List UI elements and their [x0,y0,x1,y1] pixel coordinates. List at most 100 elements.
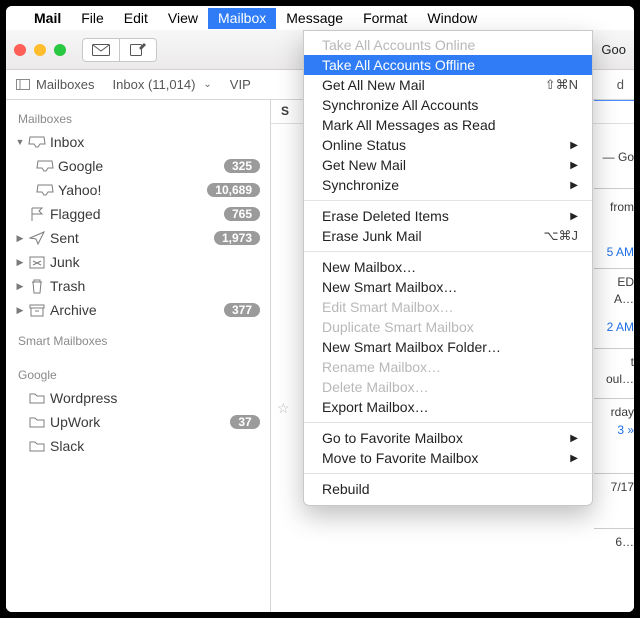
menu-message[interactable]: Message [276,8,353,29]
sidebar-item-wordpress[interactable]: Wordpress [6,386,270,410]
menu-item[interactable]: Erase Junk Mail⌥⌘J [304,226,592,246]
menu-mailbox[interactable]: Mailbox [208,8,276,29]
edge-text: ED [617,275,634,289]
sidebar-item-label: Wordpress [48,390,260,406]
compose-icon [130,43,146,57]
menu-mail[interactable]: Mail [24,8,71,29]
disclosure-triangle-icon[interactable]: ▶ [14,233,26,244]
favorites-inbox[interactable]: Inbox (11,014) ⌄ [113,77,212,92]
menu-file[interactable]: File [71,8,114,29]
menu-item-label: Online Status [322,137,406,153]
menu-item[interactable]: Synchronize▶ [304,175,592,195]
sidebar-item-label: Inbox [48,134,260,150]
sidebar-item-label: Sent [48,230,214,246]
edge-text: 7/17 [611,480,634,494]
menu-item-label: Move to Favorite Mailbox [322,450,478,466]
sidebar-item-label: Flagged [48,206,224,222]
menu-item[interactable]: Take All Accounts Offline [304,55,592,75]
sidebar-item-label: Archive [48,302,224,318]
minimize-window-button[interactable] [34,44,46,56]
menu-item-label: Rebuild [322,481,369,497]
menu-shortcut: ⇧⌘N [545,77,578,93]
sidebar-item-trash[interactable]: ▶ Trash [6,274,270,298]
menu-window[interactable]: Window [417,8,487,29]
get-mail-button[interactable] [82,38,120,62]
menu-view[interactable]: View [158,8,208,29]
menu-item[interactable]: Move to Favorite Mailbox▶ [304,448,592,468]
edge-text: from [610,200,634,214]
menu-item[interactable]: Get New Mail▶ [304,155,592,175]
star-icon[interactable]: ☆ [277,400,290,417]
folder-icon [26,437,48,455]
window-controls [14,44,66,56]
menu-item[interactable]: Mark All Messages as Read [304,115,592,135]
favorites-vips[interactable]: VIP [230,77,251,92]
disclosure-triangle-icon[interactable]: ▼ [14,137,26,147]
sidebar-item-inbox[interactable]: ▼ Inbox [6,130,270,154]
junk-icon [26,253,48,271]
disclosure-triangle-icon[interactable]: ▶ [14,257,26,268]
mailboxes-icon [16,79,30,90]
unread-badge: 1,973 [214,231,260,245]
menu-item[interactable]: Erase Deleted Items▶ [304,206,592,226]
compose-button[interactable] [119,38,157,62]
sidebar-section-smart: Smart Mailboxes [6,322,270,352]
sidebar-item-sent[interactable]: ▶ Sent 1,973 [6,226,270,250]
menu-item[interactable]: Get All New Mail ⇧⌘N [304,75,592,95]
menu-item[interactable]: Go to Favorite Mailbox▶ [304,428,592,448]
sidebar-item-slack[interactable]: Slack [6,434,270,458]
favorites-inbox-label: Inbox (11,014) [113,77,196,92]
sidebar-item-label: Junk [48,254,260,270]
zoom-window-button[interactable] [54,44,66,56]
unread-badge: 377 [224,303,260,317]
flag-icon [26,205,48,223]
favorites-mailboxes[interactable]: Mailboxes [16,77,95,92]
menu-shortcut: ⌥⌘J [544,228,578,244]
menu-format[interactable]: Format [353,8,417,29]
sidebar-item-junk[interactable]: ▶ Junk [6,250,270,274]
inbox-tray-icon [34,181,56,199]
toolbar-segment [82,38,157,62]
menu-item-label: Erase Deleted Items [322,208,449,224]
sidebar-item-label: Trash [48,278,260,294]
unread-badge: 10,689 [207,183,260,197]
sidebar-item-label: Slack [48,438,260,454]
menu-edit[interactable]: Edit [114,8,158,29]
menu-item[interactable]: Synchronize All Accounts [304,95,592,115]
menu-item-label: Get All New Mail [322,77,425,93]
menu-item[interactable]: Export Mailbox… [304,397,592,417]
menu-item-label: New Mailbox… [322,259,416,275]
menu-item-label: Duplicate Smart Mailbox [322,319,474,335]
edge-text: t [631,355,634,369]
menu-item[interactable]: Online Status▶ [304,135,592,155]
favorites-mailboxes-label: Mailboxes [36,77,95,92]
sidebar-item-google[interactable]: Google 325 [6,154,270,178]
sidebar-item-archive[interactable]: ▶ Archive 377 [6,298,270,322]
menu-item[interactable]: New Smart Mailbox… [304,277,592,297]
menu-separator [304,251,592,252]
disclosure-triangle-icon[interactable]: ▶ [14,305,26,316]
menu-item: Rename Mailbox… [304,357,592,377]
menu-item-label: Take All Accounts Offline [322,57,475,73]
close-window-button[interactable] [14,44,26,56]
sidebar-item-upwork[interactable]: UpWork 37 [6,410,270,434]
unread-badge: 325 [224,159,260,173]
sidebar-item-yahoo[interactable]: Yahoo! 10,689 [6,178,270,202]
edge-text: 3 » [617,423,634,437]
edge-text: oul… [606,372,634,386]
menu-item: Take All Accounts Online [304,35,592,55]
sidebar-item-flagged[interactable]: Flagged 765 [6,202,270,226]
favorites-cut-text: d [617,77,624,92]
favorites-vips-label: VIP [230,77,251,92]
menu-item-label: Export Mailbox… [322,399,429,415]
menu-item-label: Mark All Messages as Read [322,117,496,133]
chevron-down-icon: ⌄ [203,79,211,90]
menu-item[interactable]: Rebuild [304,479,592,499]
menu-item[interactable]: New Mailbox… [304,257,592,277]
toolbar-cut-text: Goo [601,42,626,57]
disclosure-triangle-icon[interactable]: ▶ [14,281,26,292]
archive-box-icon [26,301,48,319]
menu-item[interactable]: New Smart Mailbox Folder… [304,337,592,357]
trash-icon [26,277,48,295]
menu-item-label: Edit Smart Mailbox… [322,299,453,315]
